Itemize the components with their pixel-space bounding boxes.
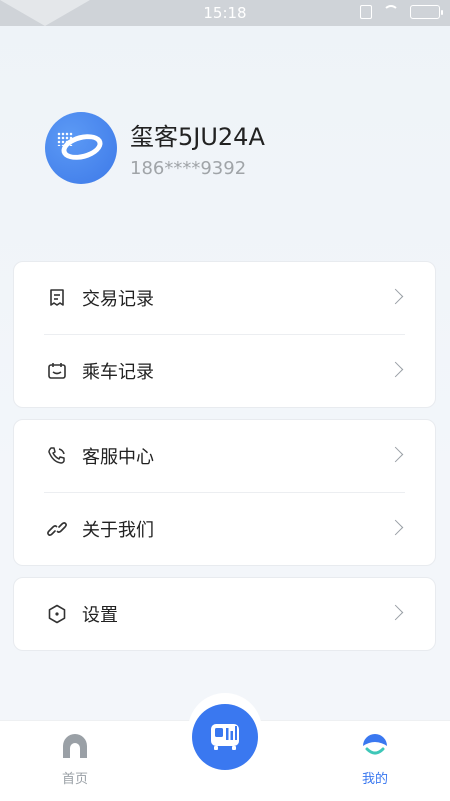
menu-card-support: 客服中心 关于我们 — [13, 419, 436, 566]
chevron-right-icon — [387, 288, 404, 305]
tab-label: 我的 — [361, 772, 388, 787]
receipt-icon — [50, 289, 64, 306]
battery-icon — [410, 5, 443, 19]
phone-service-icon — [48, 447, 65, 464]
status-bar: 15:18 — [0, 0, 450, 26]
profile-info: 玺客5JU24A 186****9392 — [117, 117, 265, 179]
menu-item-transaction-records[interactable]: 交易记录 — [14, 262, 435, 334]
menu-label: 关于我们 — [82, 520, 154, 541]
menu-item-customer-service[interactable]: 客服中心 — [14, 420, 435, 492]
home-arch-icon — [63, 734, 87, 758]
profile-tab-icon — [363, 734, 387, 755]
chevron-right-icon — [387, 519, 404, 536]
chevron-right-icon — [387, 446, 404, 463]
calendar-ride-icon — [48, 363, 66, 379]
center-scan-button[interactable] — [192, 704, 258, 770]
bus-scan-icon — [211, 724, 239, 750]
link-icon — [47, 522, 67, 536]
menu-card-settings: 设置 — [13, 577, 436, 651]
menu-item-settings[interactable]: 设置 — [14, 578, 435, 650]
tab-label: 首页 — [61, 772, 88, 787]
chevron-right-icon — [387, 604, 404, 621]
menu-label: 设置 — [82, 605, 118, 626]
hexagon-settings-icon — [48, 604, 66, 624]
profile-name: 玺客5JU24A — [130, 123, 265, 151]
menu-label: 乘车记录 — [82, 362, 154, 383]
profile-phone: 186****9392 — [130, 158, 247, 179]
wifi-icon — [382, 5, 400, 19]
menu-card-records: 交易记录 乘车记录 — [13, 261, 436, 408]
avatar[interactable] — [45, 112, 117, 184]
chevron-right-icon — [387, 361, 404, 378]
tab-home[interactable]: 首页 — [45, 734, 105, 787]
menu-item-about-us[interactable]: 关于我们 — [14, 493, 435, 565]
status-icons — [360, 5, 443, 19]
menu-item-ride-records[interactable]: 乘车记录 — [14, 335, 435, 407]
menu-label: 客服中心 — [82, 447, 154, 468]
vibrate-icon — [360, 5, 372, 19]
tab-mine[interactable]: 我的 — [345, 734, 405, 787]
menu-label: 交易记录 — [82, 289, 154, 310]
profile-header[interactable]: 玺客5JU24A 186****9392 — [45, 112, 265, 184]
